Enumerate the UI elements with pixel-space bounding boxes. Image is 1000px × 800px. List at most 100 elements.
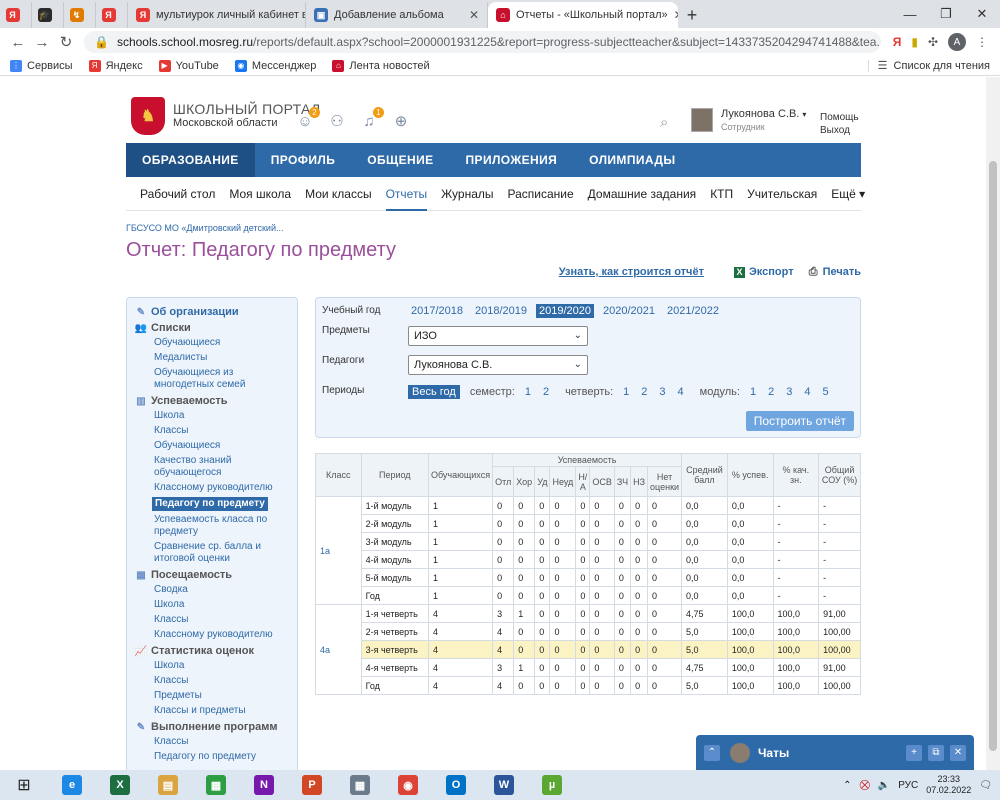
user-profile[interactable]: Лукоянова С.В. ▾ Сотрудник (691, 108, 806, 134)
build-report-button[interactable]: Построить отчёт (745, 411, 854, 431)
all-year-option[interactable]: Весь год (408, 385, 460, 399)
bookmark-item[interactable]: ◉ Мессенджер (234, 59, 316, 72)
sidebar-link[interactable]: Предметы (154, 690, 291, 702)
start-button[interactable]: ⊞ (0, 770, 48, 800)
taskbar-app-store[interactable]: ▦ (192, 770, 240, 800)
close-chat-icon[interactable]: ✕ (950, 744, 966, 761)
period-option[interactable]: 3 (786, 386, 792, 398)
reload-icon[interactable]: ↻ (54, 33, 78, 51)
taskbar-app-edge[interactable]: e (48, 770, 96, 800)
globe-icon[interactable]: ⊕ (392, 113, 410, 131)
add-chat-icon[interactable]: + (906, 744, 922, 761)
taskbar-app-word[interactable]: W (480, 770, 528, 800)
sidebar-link[interactable]: Успеваемость класса по предмету (154, 514, 291, 538)
sidebar-link[interactable]: Классному руководителю (154, 482, 291, 494)
sub-nav-more[interactable]: Ещё ▾ (831, 177, 865, 211)
people-icon[interactable]: ⚇ (328, 113, 346, 131)
period-option[interactable]: 2 (543, 386, 549, 398)
taskbar-app-outlook[interactable]: O (432, 770, 480, 800)
close-tab-icon[interactable]: ✕ (668, 8, 678, 22)
sidebar-link[interactable]: Школа (154, 660, 291, 672)
year-option[interactable]: 2019/2020 (536, 304, 594, 318)
browser-tab[interactable]: Я (96, 2, 128, 28)
period-option[interactable]: 1 (525, 386, 531, 398)
bookmark-item[interactable]: ▶ YouTube (158, 59, 219, 72)
yandex-extension-icon[interactable]: Я (893, 35, 902, 49)
sidebar-link[interactable]: Обучающиеся из многодетных семей (154, 367, 291, 391)
sidebar-link[interactable]: Классы (154, 425, 291, 437)
sub-nav-item[interactable]: Рабочий стол (140, 177, 215, 211)
sub-nav-item[interactable]: Учительская (747, 177, 817, 211)
period-option[interactable]: 3 (659, 386, 665, 398)
language-indicator[interactable]: РУС (898, 780, 918, 791)
sidebar-link[interactable]: Классному руководителю (154, 629, 291, 641)
clock[interactable]: 23:33 07.02.2022 (926, 774, 971, 796)
chat-widget[interactable]: ⌃ Чаты + ⧉ ✕ (696, 735, 974, 770)
popout-chat-icon[interactable]: ⧉ (928, 744, 944, 761)
year-option[interactable]: 2018/2019 (472, 304, 530, 318)
period-option[interactable]: 1 (623, 386, 629, 398)
note-extension-icon[interactable]: ▮ (911, 35, 918, 49)
forward-icon[interactable]: → (30, 34, 54, 51)
bell-icon[interactable]: ♫ 1 (360, 107, 384, 131)
portal-logo[interactable]: ♞ ШКОЛЬНЫЙ ПОРТАЛ Московской области (131, 97, 320, 135)
taskbar-app-files[interactable]: ▤ (144, 770, 192, 800)
export-button[interactable]: X Экспорт (733, 266, 794, 278)
bookmark-item[interactable]: Я Яндекс (88, 59, 143, 72)
sidebar-link[interactable]: Качество знаний обучающегося (154, 455, 291, 479)
main-nav-item[interactable]: ОБРАЗОВАНИЕ (126, 143, 255, 177)
page-scrollbar[interactable] (986, 77, 1000, 770)
taskbar-app-onenote[interactable]: N (240, 770, 288, 800)
sub-nav-item[interactable]: Домашние задания (588, 177, 697, 211)
subject-select[interactable]: ИЗО ⌄ (408, 326, 588, 346)
teacher-select[interactable]: Лукоянова С.В. ⌄ (408, 355, 588, 375)
minimize-icon[interactable]: — (892, 7, 928, 22)
bookmark-item[interactable]: ⌂ Лента новостей (332, 59, 430, 72)
menu-kebab-icon[interactable]: ⋮ (976, 35, 988, 49)
search-icon[interactable]: ⌕ (660, 114, 668, 131)
breadcrumb[interactable]: ГБСУСО МО «Дмитровский детский... (126, 223, 861, 233)
help-link[interactable]: Помощь (820, 111, 859, 124)
taskbar-app-calculator[interactable]: ▦ (336, 770, 384, 800)
close-tab-icon[interactable]: ✕ (463, 8, 479, 22)
taskbar-app-chrome[interactable]: ◉ (384, 770, 432, 800)
sub-nav-item[interactable]: Отчеты (385, 177, 428, 211)
sidebar-link[interactable]: Педагогу по предмету (152, 497, 268, 511)
sidebar-link[interactable]: Классы (154, 675, 291, 687)
address-bar[interactable]: 🔒 schools.school.mosreg.ru/reports/defau… (84, 31, 881, 53)
browser-tab[interactable]: Ямультиурок личный кабинет вх✕ (128, 2, 306, 28)
sub-nav-item[interactable]: КТП (710, 177, 733, 211)
sidebar-link[interactable]: Медалисты (154, 352, 291, 364)
sidebar-link[interactable]: Классы (154, 614, 291, 626)
close-window-icon[interactable]: ✕ (964, 6, 1000, 22)
main-nav-item[interactable]: ПРОФИЛЬ (255, 143, 352, 177)
browser-tab[interactable]: Я (0, 2, 32, 28)
sidebar-link[interactable]: Классы (154, 736, 291, 748)
sidebar-link[interactable]: Школа (154, 599, 291, 611)
scrollbar-thumb[interactable] (989, 161, 997, 751)
sidebar-org-link[interactable]: ✎ Об организации (135, 306, 291, 318)
puzzle-icon[interactable]: ✣ (928, 35, 938, 49)
sub-nav-item[interactable]: Журналы (441, 177, 493, 211)
browser-tab[interactable]: ▣ Добавление альбома ✕ (306, 2, 488, 28)
network-icon[interactable]: ⛒ (860, 780, 870, 791)
expand-chat-icon[interactable]: ⌃ (704, 744, 720, 761)
year-option[interactable]: 2021/2022 (664, 304, 722, 318)
learn-report-link[interactable]: Узнать, как строится отчёт (559, 266, 704, 278)
sub-nav-item[interactable]: Моя школа (229, 177, 291, 211)
bookmark-item[interactable]: ⋮ Сервисы (10, 59, 73, 72)
main-nav-item[interactable]: ОЛИМПИАДЫ (573, 143, 691, 177)
class-cell[interactable]: 4а (315, 604, 362, 695)
period-option[interactable]: 2 (641, 386, 647, 398)
taskbar-app-powerpoint[interactable]: P (288, 770, 336, 800)
sidebar-link[interactable]: Сравнение ср. балла и итоговой оценки (154, 541, 291, 565)
new-tab-button[interactable]: + (678, 2, 706, 28)
notifications-icon[interactable]: 🗨 (979, 780, 992, 791)
taskbar-app-utorrent[interactable]: µ (528, 770, 576, 800)
browser-tab[interactable]: ⌂ Отчеты - «Школьный портал»✕ (488, 2, 678, 28)
sidebar-link[interactable]: Классы и предметы (154, 705, 291, 717)
year-option[interactable]: 2017/2018 (408, 304, 466, 318)
year-option[interactable]: 2020/2021 (600, 304, 658, 318)
sidebar-link[interactable]: Сводка (154, 584, 291, 596)
volume-icon[interactable]: 🔈 (878, 780, 890, 791)
